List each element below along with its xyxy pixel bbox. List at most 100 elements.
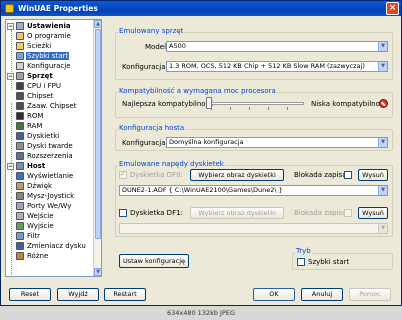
tree-label: CPU i FPU [27,82,61,90]
df1-lock-checkbox[interactable] [344,209,352,217]
tree-item-ram[interactable]: RAM [16,121,43,131]
dropdown-icon[interactable]: ▼ [378,186,387,195]
host-config-value: Domyślna konfiguracja [169,138,244,146]
df0-lock-checkbox[interactable] [344,171,352,179]
df1-eject-button[interactable]: Wysuń [358,207,388,219]
tree-item-zmieniacz[interactable]: Zmieniacz dysku [16,241,87,251]
df1-path-select[interactable]: ▼ [119,223,388,234]
df0-choose-button[interactable]: Wybierz obraz dyskietki [190,169,284,181]
joystick-icon [16,192,24,200]
tree-label: Ścieżki [27,42,52,50]
tree-item-wyjscie[interactable]: Wyjście [16,221,55,231]
tree-item-rom[interactable]: ROM [16,111,44,121]
scroll-down-icon[interactable]: ▼ [94,268,101,276]
slider-tick [230,107,231,110]
restart-button[interactable]: Restart [104,288,146,301]
display-icon [16,172,24,180]
host-config-select[interactable]: Domyślna konfiguracja ▼ [166,137,388,148]
collapse-icon[interactable]: − [7,22,14,30]
port-icon [16,202,24,210]
tree-label: O programie [27,32,71,40]
tree-group-ustawienia[interactable]: − Ustawienia [7,21,72,31]
tree-item-mysz[interactable]: Mysz-Joystick [16,191,75,201]
tree-item-chipset[interactable]: Chipset [16,91,54,101]
dropdown-icon[interactable]: ▼ [378,224,387,233]
tree-label: Konfiguracje [27,62,71,70]
scroll-thumb[interactable] [95,29,101,239]
host-config-title: Konfiguracja hosta [118,124,186,132]
quick-start-checkbox[interactable] [297,258,305,266]
tree-group-sprzet[interactable]: − Sprzęt [7,71,54,81]
scroll-up-icon[interactable]: ▲ [94,20,101,28]
tree-item-zaaw-chipset[interactable]: Zaaw. Chipset [16,101,77,111]
dropdown-icon[interactable]: ▼ [378,138,387,147]
df1-choose-button[interactable]: Wybierz obraz dyskietki [190,207,284,219]
close-button[interactable]: × [386,2,399,15]
tree-label: Dyski twarde [27,142,73,150]
exit-button[interactable]: Wyjdź [57,288,99,301]
tree-label: Zaaw. Chipset [27,102,77,110]
settings-tree: − Ustawienia O programie Ścieżki Szybki … [5,19,102,277]
df0-path-value: DUNE2-1.ADF { C:\WinUAE2100\Games\Dune2\… [122,186,283,194]
rom-chip-icon [16,112,24,120]
tree-item-dyskietki[interactable]: Dyskietki [16,131,60,141]
tree-label: Mysz-Joystick [27,192,75,200]
tree-label: Wejście [27,212,54,220]
tree-item-cpu[interactable]: CPU i FPU [16,81,62,91]
tree-item-konfiguracje[interactable]: Konfiguracje [16,61,72,71]
tree-item-rozne[interactable]: Różne [16,251,49,261]
about-icon [16,32,24,40]
dropdown-icon[interactable]: ▼ [378,62,387,71]
speaker-icon [16,182,24,190]
cancel-button[interactable]: Anuluj [301,288,343,301]
slider-tick [211,107,212,110]
input-icon [16,212,24,220]
hw-config-label: Konfiguracja: [122,63,168,71]
collapse-icon[interactable]: − [7,162,14,170]
df0-path-select[interactable]: DUNE2-1.ADF { C:\WinUAE2100\Games\Dune2\… [119,185,388,196]
tree-group-host[interactable]: − Host [7,161,46,171]
tree-item-rozszerzenia[interactable]: Rozszerzenia [16,151,74,161]
tree-item-dzwiek[interactable]: Dźwięk [16,181,53,191]
tree-label: Ustawienia [27,22,71,30]
model-select[interactable]: A500 ▼ [166,41,388,52]
df0-label: Dyskietka DF0: [130,171,183,179]
tree-item-wejscie[interactable]: Wejście [16,211,55,221]
tree-item-wyswietlanie[interactable]: Wyświetlanie [16,171,74,181]
df0-checkbox[interactable] [119,170,127,179]
df1-checkbox[interactable] [119,209,127,217]
df0-lock-label: Blokada zapisu [294,171,347,179]
dropdown-icon[interactable]: ▼ [378,42,387,51]
chip-icon [16,102,24,110]
tree-label: Różne [27,252,49,260]
warning-icon [379,99,388,108]
quick-start-label: Szybki start [308,258,350,266]
harddisk-icon [16,142,24,150]
tree-item-filtr[interactable]: Filtr [16,231,41,241]
df0-eject-button[interactable]: Wysuń [358,169,388,181]
tree-item-szybki-start[interactable]: Szybki start [16,51,70,61]
compat-slider-track[interactable] [206,102,304,105]
tree-label: Filtr [27,232,41,240]
hw-config-select[interactable]: 1.3 ROM, OCS, 512 KB Chip + 512 KB Slow … [166,61,388,72]
slider-tick [268,107,269,110]
df1-label: Dyskietka DF1: [130,209,183,217]
tree-item-o-programie[interactable]: O programie [16,31,72,41]
reset-button[interactable]: Reset [9,288,51,301]
expansion-icon [16,152,24,160]
title-bar[interactable]: WinUAE Properties × [1,1,401,16]
tree-label: Host [27,162,46,170]
tree-item-porty[interactable]: Porty We/Wy [16,201,72,211]
cpu-icon [16,82,24,90]
winuae-app-icon [5,4,14,13]
model-label: Model: [145,43,169,51]
tree-item-dyski-twarde[interactable]: Dyski twarde [16,141,74,151]
tree-item-sciezki[interactable]: Ścieżki [16,41,52,51]
tree-scrollbar[interactable]: ▲ ▼ [93,20,101,276]
collapse-icon[interactable]: − [7,72,14,80]
slider-tick [249,107,250,110]
ok-button[interactable]: OK [253,288,295,301]
set-config-button[interactable]: Ustaw konfigurację [119,254,189,268]
tree-label: Wyjście [27,222,54,230]
help-button[interactable]: Pomoc [349,288,391,301]
